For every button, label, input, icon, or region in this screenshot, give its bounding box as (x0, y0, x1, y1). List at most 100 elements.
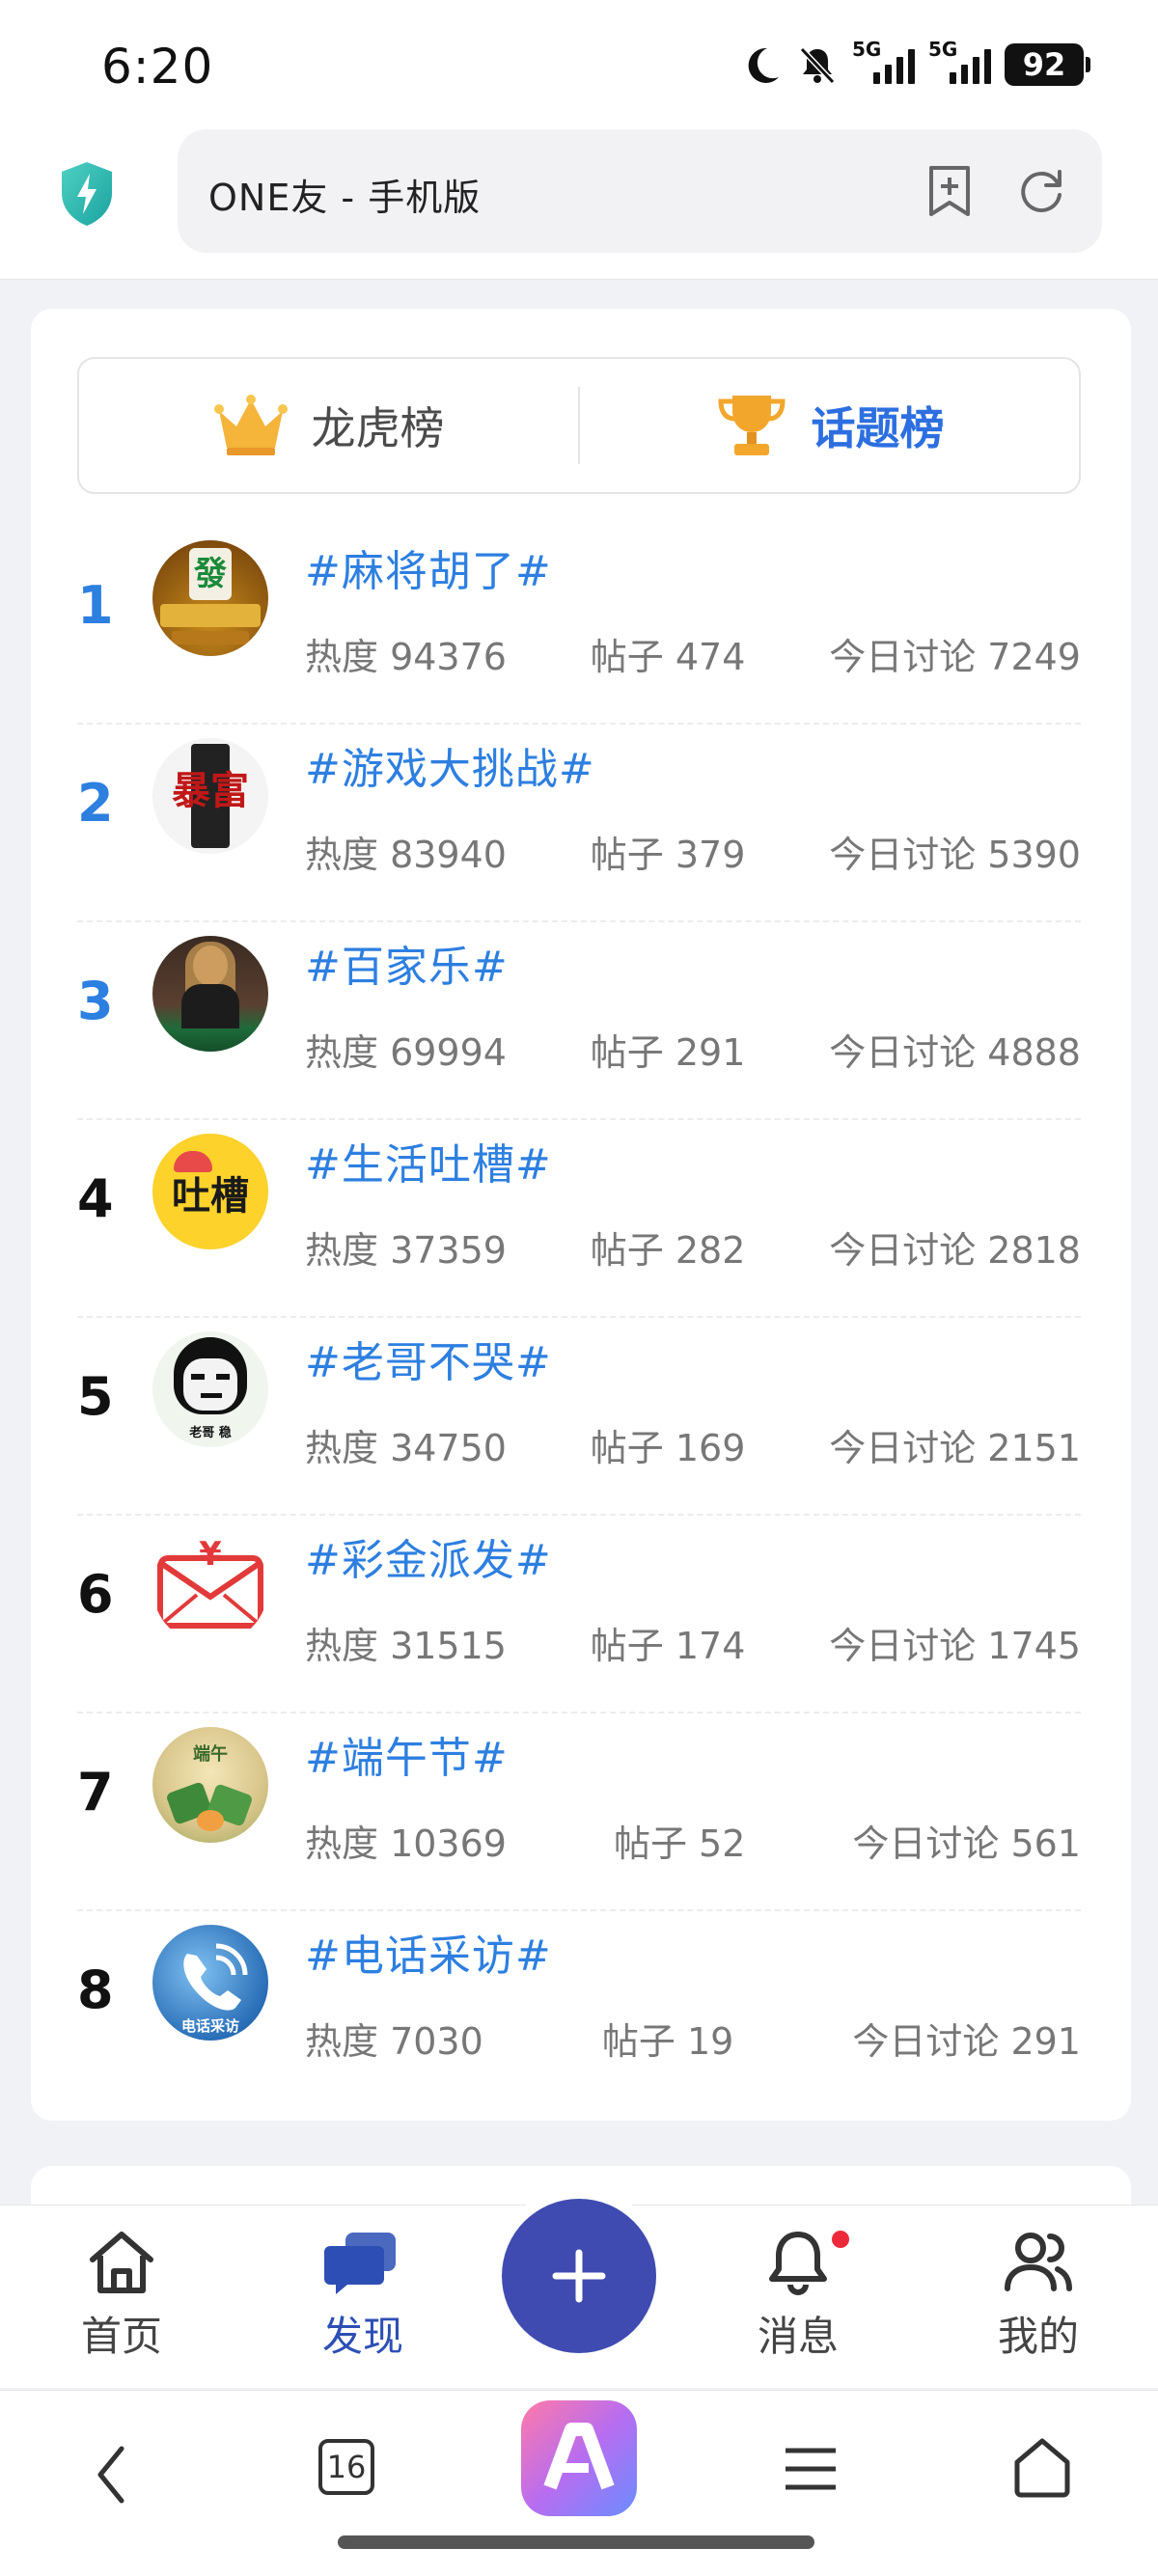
topic-row[interactable]: 1 發 #麻将胡了# 热度 94376 帖子 474 今日讨论 7249 (77, 527, 1081, 725)
topic-heat: 热度 7030 (305, 2020, 483, 2063)
bell-icon (769, 2232, 827, 2295)
topic-title[interactable]: #游戏大挑战# (305, 734, 595, 796)
battery-icon: 92 (1005, 43, 1090, 86)
rank-number: 1 (77, 575, 114, 636)
assistant-app-icon[interactable] (521, 2400, 637, 2516)
topic-title[interactable]: #彩金派发# (305, 1525, 552, 1587)
signal-1-label: 5G (852, 38, 882, 61)
shield-lightning-icon[interactable] (58, 160, 116, 228)
bell-muted-icon (799, 46, 836, 85)
topic-title[interactable]: #端午节# (305, 1723, 509, 1785)
signal-2: 5G (928, 38, 991, 84)
trophy-icon (717, 396, 786, 455)
topic-stats: 热度 37359 帖子 282 今日讨论 2818 (305, 1220, 1081, 1274)
topic-row[interactable]: 4 吐槽 #生活吐槽# 热度 37359 帖子 282 今日讨论 2818 (77, 1120, 1081, 1318)
tab-mine[interactable]: 我的 (961, 2229, 1116, 2363)
menu-icon[interactable] (784, 2445, 838, 2493)
topic-heat: 热度 37359 (305, 1229, 507, 1272)
topic-posts: 帖子 282 (590, 1229, 746, 1272)
topic-today: 今日讨论 5390 (829, 834, 1081, 876)
tab-discover[interactable]: 发现 (286, 2229, 440, 2363)
page-title: ONE友 - 手机版 (208, 177, 482, 219)
topic-title[interactable]: #老哥不哭# (305, 1328, 552, 1389)
topic-posts: 帖子 474 (590, 636, 746, 678)
topic-stats: 热度 34750 帖子 169 今日讨论 2151 (305, 1418, 1081, 1471)
topic-heat: 热度 31515 (305, 1625, 507, 1667)
ranking-card: 龙虎榜 话题榜 1 發 #麻将胡了# 热度 94376 帖子 474 今日讨论 … (31, 309, 1131, 2121)
rank-number: 4 (77, 1168, 114, 1229)
signal-2-label: 5G (928, 38, 958, 61)
topic-row[interactable]: 3 #百家乐# 热度 69994 帖子 291 今日讨论 4888 (77, 922, 1081, 1120)
browser-bar: ONE友 - 手机版 (0, 125, 1158, 280)
clock: 6:20 (101, 39, 214, 95)
topic-row[interactable]: 7 端午 #端午节# 热度 10369 帖子 52 今日讨论 561 (77, 1713, 1081, 1911)
home-nav-icon[interactable] (1011, 2435, 1073, 2499)
topic-today: 今日讨论 2151 (829, 1427, 1081, 1469)
rank-number: 6 (77, 1564, 114, 1625)
topic-heat: 热度 94376 (305, 636, 507, 678)
topic-today: 今日讨论 4888 (829, 1031, 1081, 1074)
topic-row[interactable]: 5 老哥 稳 #老哥不哭# 热度 34750 帖子 169 今日讨论 2151 (77, 1318, 1081, 1516)
topic-avatar-life-rant: 吐槽 (152, 1134, 268, 1249)
add-bookmark-icon[interactable] (925, 164, 974, 218)
topic-posts: 帖子 291 (590, 1031, 746, 1074)
topic-row[interactable]: 2 暴富 #游戏大挑战# 热度 83940 帖子 379 今日讨论 5390 (77, 725, 1081, 922)
tab-home[interactable]: 首页 (44, 2229, 199, 2363)
rank-number: 7 (77, 1762, 114, 1822)
topic-stats: 热度 31515 帖子 174 今日讨论 1745 (305, 1616, 1081, 1669)
tab-messages[interactable]: 消息 (721, 2229, 875, 2363)
topic-heat: 热度 83940 (305, 834, 507, 876)
topic-avatar-mahjong: 發 (152, 540, 268, 656)
topic-today: 今日讨论 2818 (829, 1229, 1081, 1272)
topic-heat: 热度 10369 (305, 1822, 507, 1865)
topic-avatar-dragon-boat: 端午 (152, 1727, 268, 1843)
topic-title[interactable]: #百家乐# (305, 932, 509, 994)
tab-discover-label: 发现 (321, 2313, 403, 2360)
topic-title[interactable]: #生活吐槽# (305, 1130, 552, 1192)
rank-number: 5 (77, 1366, 114, 1427)
crown-icon (213, 395, 288, 455)
ranking-tabs: 龙虎榜 话题榜 (77, 357, 1081, 494)
status-icons: 5G 5G 92 (742, 38, 1090, 89)
rank-number: 3 (77, 971, 114, 1031)
tab-mine-label: 我的 (997, 2313, 1079, 2360)
tab-dragon-tiger[interactable]: 龙虎榜 (79, 359, 578, 492)
topic-stats: 热度 10369 帖子 52 今日讨论 561 (305, 1814, 1081, 1867)
back-icon[interactable] (93, 2441, 131, 2508)
topic-avatar-game-challenge: 暴富 (152, 738, 268, 854)
url-bar[interactable]: ONE友 - 手机版 (178, 129, 1102, 253)
refresh-icon[interactable] (1015, 164, 1067, 216)
battery-level: 92 (1005, 43, 1084, 86)
topic-heat: 热度 69994 (305, 1031, 507, 1074)
topic-stats: 热度 7030 帖子 19 今日讨论 291 (305, 2012, 1081, 2065)
topic-posts: 帖子 174 (590, 1625, 746, 1667)
topic-avatar-phone-interview: 电话采访 (152, 1925, 268, 2041)
topic-avatar-baccarat (152, 936, 268, 1052)
topic-stats: 热度 69994 帖子 291 今日讨论 4888 (305, 1023, 1081, 1076)
topic-heat: 热度 34750 (305, 1427, 507, 1469)
topic-title[interactable]: #电话采访# (305, 1921, 552, 1983)
rank-number: 2 (77, 773, 114, 834)
tabs-count-button[interactable]: 16 (318, 2439, 374, 2495)
topic-row[interactable]: 8 电话采访 #电话采访# 热度 7030 帖子 19 今日讨论 291 (77, 1911, 1081, 2109)
tab-home-label: 首页 (80, 2313, 162, 2360)
moon-icon (748, 47, 779, 83)
topic-today: 今日讨论 7249 (829, 636, 1081, 678)
topic-today: 今日讨论 561 (852, 1822, 1081, 1865)
topic-posts: 帖子 19 (601, 2020, 734, 2063)
topic-avatar-bro-dont-cry: 老哥 稳 (152, 1331, 268, 1447)
status-bar: 6:20 5G 5G 92 (0, 0, 1158, 125)
home-indicator (338, 2535, 814, 2549)
topic-stats: 热度 83940 帖子 379 今日讨论 5390 (305, 825, 1081, 878)
topic-posts: 帖子 169 (590, 1427, 746, 1469)
topic-posts: 帖子 379 (590, 834, 746, 876)
topic-row[interactable]: 6 ¥ #彩金派发# 热度 31515 帖子 174 今日讨论 1745 (77, 1516, 1081, 1713)
tab-topics-label: 话题榜 (811, 402, 945, 454)
topic-title[interactable]: #麻将胡了# (305, 536, 552, 598)
tab-messages-label: 消息 (757, 2313, 839, 2360)
signal-1: 5G (852, 38, 915, 84)
add-post-button[interactable] (502, 2199, 656, 2353)
users-icon (1005, 2233, 1072, 2291)
notification-badge (832, 2231, 849, 2248)
tab-topics[interactable]: 话题榜 (580, 359, 1079, 492)
